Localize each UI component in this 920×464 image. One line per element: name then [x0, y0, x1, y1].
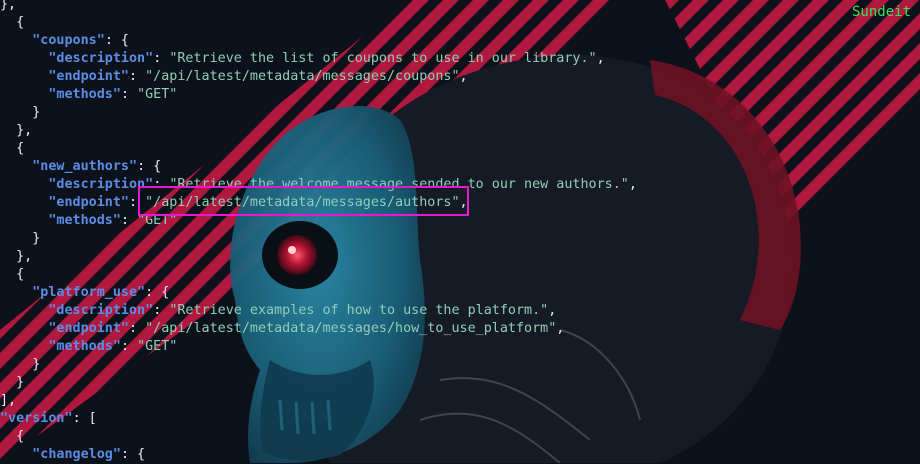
json-punctuation: [0, 159, 32, 174]
json-key: "version": [0, 411, 73, 426]
json-punctuation: },: [0, 123, 33, 138]
json-key: "methods": [48, 213, 121, 228]
terminal-line: },: [0, 122, 32, 140]
terminal-line: }: [0, 230, 40, 248]
json-punctuation: : [: [72, 411, 97, 426]
json-string: "Retrieve the list of coupons to use in …: [169, 51, 597, 66]
terminal-line: ],: [0, 392, 16, 410]
json-punctuation: [0, 285, 32, 300]
json-punctuation: :: [153, 303, 170, 318]
json-punctuation: ,: [459, 69, 468, 84]
json-punctuation: [0, 339, 48, 354]
json-string: "GET": [137, 339, 178, 354]
terminal-line: {: [0, 14, 24, 32]
json-punctuation: [0, 33, 32, 48]
json-punctuation: [0, 213, 48, 228]
terminal-line: "version": [: [0, 410, 97, 428]
hostname-label: Sundeit: [852, 4, 912, 20]
terminal-line: "new_authors": {: [0, 158, 161, 176]
json-punctuation: }: [0, 375, 25, 390]
json-punctuation: ],: [0, 393, 17, 408]
json-key: "endpoint": [48, 321, 129, 336]
json-key: "methods": [48, 87, 121, 102]
terminal-output: }, { "coupons": { "description": "Retrie…: [0, 0, 920, 463]
json-punctuation: ,: [596, 51, 605, 66]
json-punctuation: }: [0, 105, 41, 120]
json-punctuation: :: [129, 321, 146, 336]
json-punctuation: },: [0, 0, 17, 12]
terminal-line: },: [0, 0, 16, 14]
json-punctuation: {: [0, 429, 25, 444]
terminal-line: },: [0, 248, 32, 266]
terminal-line: }: [0, 356, 40, 374]
json-string: "Retrieve examples of how to use the pla…: [169, 303, 549, 318]
json-punctuation: : {: [104, 33, 129, 48]
json-key: "platform_use": [32, 285, 146, 300]
json-key: "coupons": [32, 33, 105, 48]
json-key: "description": [48, 303, 154, 318]
json-punctuation: : {: [120, 447, 146, 462]
json-punctuation: [0, 321, 48, 336]
json-punctuation: [0, 303, 48, 318]
terminal-line: "changelog": {: [0, 446, 145, 464]
json-punctuation: :: [120, 87, 138, 102]
json-punctuation: ,: [556, 321, 565, 336]
json-punctuation: ,: [628, 177, 637, 192]
terminal-line: "methods": "GET": [0, 338, 177, 356]
terminal-line: "endpoint": "/api/latest/metadata/messag…: [0, 320, 564, 338]
json-punctuation: :: [153, 51, 170, 66]
json-key: "endpoint": [48, 195, 129, 210]
json-key: "endpoint": [48, 69, 129, 84]
terminal-line: "description": "Retrieve the list of cou…: [0, 50, 605, 68]
terminal-line: {: [0, 428, 24, 446]
terminal-line: }: [0, 104, 40, 122]
json-punctuation: [0, 69, 48, 84]
json-punctuation: :: [120, 339, 138, 354]
terminal-line: {: [0, 266, 24, 284]
json-key: "new_authors": [32, 159, 138, 174]
json-punctuation: :: [120, 213, 138, 228]
json-key: "changelog": [32, 447, 121, 462]
json-string: "/api/latest/metadata/messages/how_to_us…: [145, 321, 557, 336]
json-punctuation: :: [129, 69, 146, 84]
json-punctuation: }: [0, 231, 41, 246]
json-punctuation: },: [0, 249, 33, 264]
json-punctuation: [0, 51, 48, 66]
json-punctuation: : {: [145, 285, 170, 300]
json-punctuation: ,: [548, 303, 557, 318]
json-punctuation: {: [0, 15, 25, 30]
endpoint-highlight-box: [138, 186, 469, 216]
json-punctuation: {: [0, 267, 25, 282]
terminal-line: "description": "Retrieve examples of how…: [0, 302, 556, 320]
terminal-line: "platform_use": {: [0, 284, 169, 302]
terminal-line: "methods": "GET": [0, 86, 177, 104]
json-punctuation: [0, 447, 32, 462]
json-punctuation: {: [0, 141, 25, 156]
json-string: "/api/latest/metadata/messages/coupons": [145, 69, 460, 84]
json-punctuation: }: [0, 357, 41, 372]
terminal-line: "endpoint": "/api/latest/metadata/messag…: [0, 68, 468, 86]
json-punctuation: [0, 195, 48, 210]
terminal-line: "coupons": {: [0, 32, 129, 50]
json-punctuation: [0, 177, 48, 192]
json-key: "methods": [48, 339, 121, 354]
json-punctuation: [0, 87, 48, 102]
terminal-line: {: [0, 140, 24, 158]
terminal-line: }: [0, 374, 24, 392]
json-punctuation: : {: [137, 159, 162, 174]
json-string: "GET": [137, 87, 178, 102]
json-key: "description": [48, 51, 154, 66]
